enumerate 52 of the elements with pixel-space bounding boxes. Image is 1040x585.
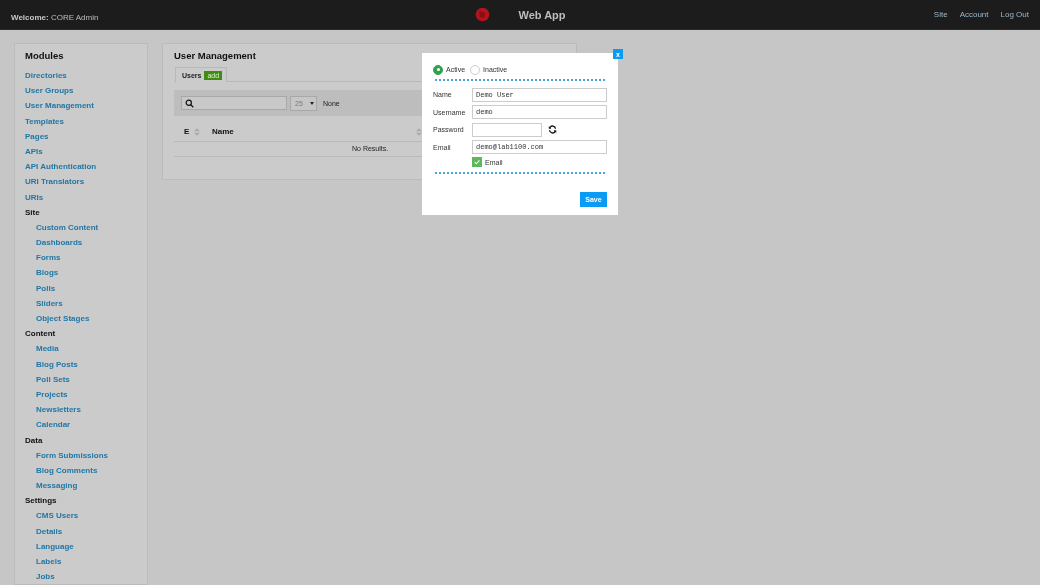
sidebar-link[interactable]: User Management [25,98,137,114]
sidebar-link[interactable]: Templates [25,113,137,129]
sidebar-link[interactable]: Messaging [25,478,137,494]
sidebar-heading: Data [25,434,44,447]
sidebar-link[interactable]: Poll Sets [25,371,137,387]
sidebar-link[interactable]: Forms [25,250,137,266]
sidebar-link[interactable]: Form Submissions [25,447,137,463]
sidebar-heading: Site [25,206,41,219]
sidebar-link[interactable]: User Groups [25,83,137,99]
radio-button[interactable] [433,64,443,75]
checkbox[interactable] [472,157,482,167]
sort-icon[interactable] [194,127,201,136]
sidebar-link[interactable]: Blogs [25,265,137,281]
sidebar-link[interactable]: URI Translators [25,174,137,190]
sidebar-title: Modules [25,50,65,63]
sidebar-link[interactable]: CMS Users [25,508,137,524]
welcome-text: Welcome: CORE Admin [11,12,99,22]
sidebar-link[interactable]: Blog Comments [25,462,137,479]
sidebar-link[interactable]: Sliders [25,295,137,311]
sidebar-heading: Content [25,328,57,341]
app-title: Web App [518,8,566,21]
sidebar-link[interactable]: Jobs [25,569,137,585]
sidebar-heading: Settings [25,495,58,508]
column-header[interactable]: Name [212,127,234,136]
search-field[interactable] [181,96,287,110]
column-header[interactable]: E [184,127,190,136]
sidebar-link[interactable]: Object Stages [25,311,137,327]
logo-icon [474,6,492,23]
sidebar-link[interactable]: Polls [25,280,137,296]
sidebar-link[interactable]: Newsletters [25,402,137,418]
password-field[interactable] [472,122,542,137]
nav-link[interactable]: Account [959,10,989,19]
sidebar-link[interactable]: Labels [25,554,137,570]
sidebar-link[interactable]: Projects [25,386,137,403]
refresh-icon[interactable] [548,125,557,135]
sidebar-link[interactable]: APIs [25,143,137,160]
sidebar-link[interactable]: Pages [25,128,137,144]
radio-button[interactable] [470,64,481,75]
sidebar-link[interactable]: API Authentication [25,159,137,175]
sidebar-link[interactable]: Language [25,538,137,554]
sidebar-link[interactable]: Media [25,341,137,357]
sidebar-link[interactable]: Calendar [25,417,137,433]
nav-link[interactable]: Log Out [1000,10,1029,19]
sidebar-link[interactable]: Dashboards [25,235,137,251]
sidebar-link[interactable]: URIs [25,189,137,205]
search-icon [185,98,194,108]
sidebar-link[interactable]: Directories [25,68,137,84]
sidebar-link[interactable]: Blog Posts [25,356,137,372]
sidebar-link[interactable]: Details [25,523,137,539]
sidebar-link[interactable]: Custom Content [25,219,137,236]
page-title: User Management [174,50,257,63]
nav-link[interactable]: Site [933,10,948,19]
